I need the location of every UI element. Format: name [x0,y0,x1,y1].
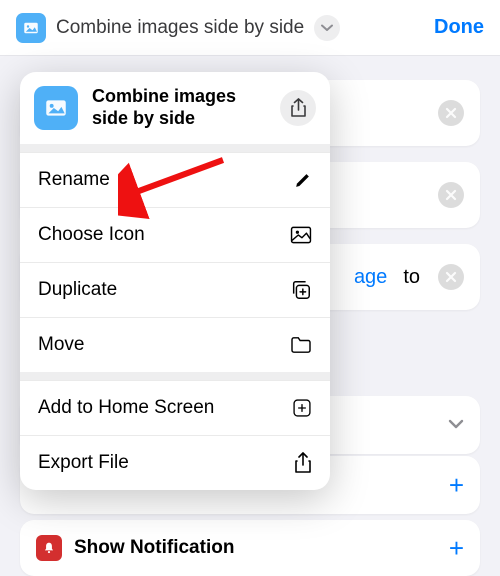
show-notification-action[interactable]: Show Notification + [20,520,480,576]
menu-header: Combine images side by side [20,72,330,144]
add-action-button[interactable]: + [449,470,464,501]
action-text: to [403,266,420,289]
share-button[interactable] [280,90,316,126]
add-action-button[interactable]: + [449,533,464,564]
close-icon [445,107,457,119]
title-bar: Combine images side by side Done [0,0,500,56]
shortcut-icon [34,86,78,130]
menu-item-label: Add to Home Screen [38,397,214,419]
remove-action-button[interactable] [438,100,464,126]
variable-token[interactable]: age [354,266,387,289]
menu-item-rename[interactable]: Rename [20,152,330,207]
menu-item-choose-icon[interactable]: Choose Icon [20,207,330,262]
remove-action-button[interactable] [438,182,464,208]
done-button[interactable]: Done [434,16,484,39]
menu-item-add-home[interactable]: Add to Home Screen [20,380,330,435]
remove-action-button[interactable] [438,264,464,290]
pencil-icon [293,171,312,190]
shortcut-options-menu: Combine images side by side Rename Choos… [20,72,330,490]
image-icon [290,226,312,244]
close-icon [445,189,457,201]
share-icon [290,98,307,118]
folder-icon [290,336,312,354]
chevron-down-icon [321,24,333,32]
shortcut-title: Combine images side by side [56,17,304,39]
menu-item-export-file[interactable]: Export File [20,435,330,490]
menu-item-label: Export File [38,452,129,474]
title-menu-toggle[interactable] [314,15,340,41]
menu-item-duplicate[interactable]: Duplicate [20,262,330,317]
chevron-down-icon[interactable] [448,416,464,434]
menu-item-label: Duplicate [38,279,117,301]
add-square-icon [292,398,312,418]
menu-item-move[interactable]: Move [20,317,330,372]
menu-item-label: Choose Icon [38,224,145,246]
close-icon [445,271,457,283]
menu-item-label: Move [38,334,84,356]
duplicate-icon [290,279,312,301]
bell-icon [36,535,62,561]
menu-title: Combine images side by side [92,86,266,129]
export-icon [294,452,312,474]
action-title: Show Notification [74,537,234,559]
shortcut-icon [16,13,46,43]
menu-item-label: Rename [38,169,110,191]
